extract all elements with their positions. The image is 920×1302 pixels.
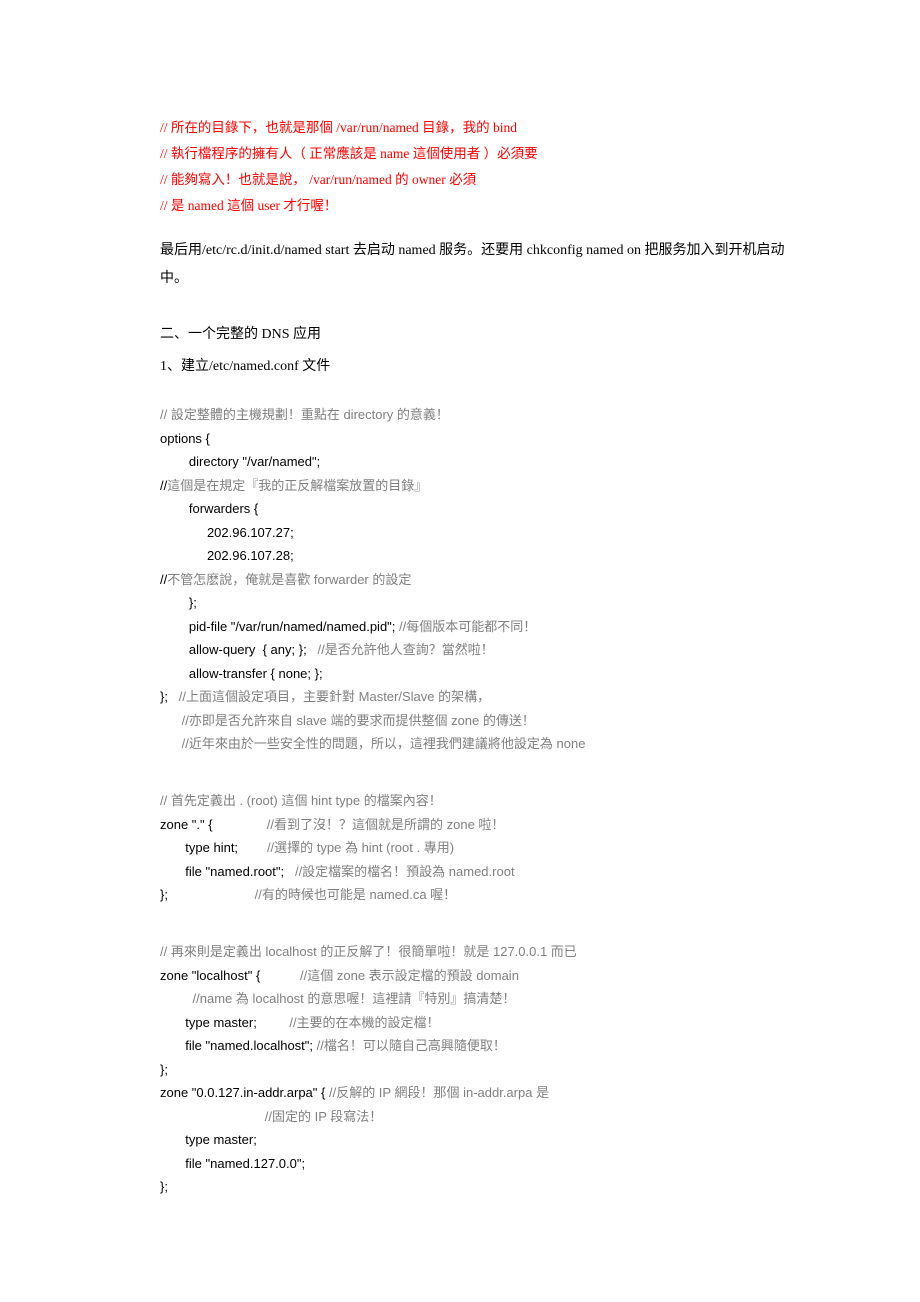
code-line: file "named.127.0.0"; [160,1156,305,1171]
code-comment: 不管怎麽說，俺就是喜歡 forwarder 的設定 [167,572,411,587]
code-line: }; [160,1062,168,1077]
red-line-4: // 是 named 這個 user 才行喔！ [160,193,800,219]
code-line: type master; [160,1132,257,1147]
code-line: type master; [160,1015,289,1030]
code-line: 202.96.107.28; [160,548,294,563]
code-line: type hint; [160,840,267,855]
code-line: allow-query { any; }; [160,642,318,657]
code-line: zone "localhost" { [160,968,300,983]
code-line: // 設定整體的主機規劃！重點在 directory 的意義！ [160,407,449,422]
blank-line [160,907,800,917]
code-comment: 這個是在規定『我的正反解檔案放置的目錄』 [167,478,427,493]
code-comment: //這個 zone 表示設定檔的預設 domain [300,968,519,983]
code-comment: //是否允許他人查詢？當然啦！ [318,642,494,657]
code-comment: //每個版本可能都不同！ [399,619,536,634]
code-line: zone "0.0.127.in-addr.arpa" { [160,1085,329,1100]
code-comment: //檔名！可以隨自己高興隨便取！ [317,1038,506,1053]
code-line: }; [160,595,197,610]
code-comment: //name 為 localhost 的意思喔！這裡請『特別』搞清楚！ [160,991,515,1006]
code-comment: //有的時候也可能是 named.ca 喔！ [255,887,457,902]
code-line: allow-transfer { none; }; [160,666,323,681]
code-comment: //反解的 IP 網段！那個 in-addr.arpa 是 [329,1085,549,1100]
code-line: forwarders { [160,501,258,516]
code-comment: //上面這個設定項目，主要針對 Master/Slave 的架構， [179,689,490,704]
section-heading: 二、一个完整的 DNS 应用 [160,321,800,349]
code-comment: //亦即是否允許來自 slave 端的要求而提供整個 zone 的傳送！ [160,713,535,728]
code-line: zone "." { [160,817,267,832]
code-comment: //看到了沒！？這個就是所謂的 zone 啦！ [267,817,505,832]
code-line: options { [160,431,210,446]
comment-block-red: // 所在的目錄下，也就是那個 /var/run/named 目錄，我的 bin… [160,115,800,219]
code-line: // 首先定義出 . (root) 這個 hint type 的檔案內容！ [160,793,442,808]
body-paragraph: 最后用/etc/rc.d/init.d/named start 去启动 name… [160,237,800,293]
section-subheading: 1、建立/etc/named.conf 文件 [160,353,800,381]
code-line: directory "/var/named"; [160,454,320,469]
code-comment: //主要的在本機的設定檔！ [289,1015,439,1030]
code-comment: //固定的 IP 段寫法！ [160,1109,382,1124]
code-comment: //選擇的 type 為 hint (root . 專用) [267,840,454,855]
red-line-1: // 所在的目錄下，也就是那個 /var/run/named 目錄，我的 bin… [160,115,800,141]
code-line: }; [160,689,179,704]
code-line: }; [160,1179,168,1194]
config-code-block: // 設定整體的主機規劃！重點在 directory 的意義！ options … [160,403,800,1199]
code-line: pid-file "/var/run/named/named.pid"; [160,619,399,634]
red-line-2: // 執行檔程序的擁有人（ 正常應該是 name 這個使用者 ）必須要 [160,141,800,167]
code-line: 202.96.107.27; [160,525,294,540]
code-line: file "named.localhost"; [160,1038,317,1053]
red-line-3: // 能夠寫入！也就是說， /var/run/named 的 owner 必須 [160,167,800,193]
code-line: // 再來則是定義出 localhost 的正反解了！很簡單啦！就是 127.0… [160,944,577,959]
code-comment: //設定檔案的檔名！預設為 named.root [295,864,515,879]
code-line: }; [160,887,255,902]
blank-line [160,756,800,766]
code-comment: //近年來由於一些安全性的問題，所以，這裡我們建議將他設定為 none [160,736,585,751]
document-page: // 所在的目錄下，也就是那個 /var/run/named 目錄，我的 bin… [0,0,920,1259]
code-line: file "named.root"; [160,864,295,879]
